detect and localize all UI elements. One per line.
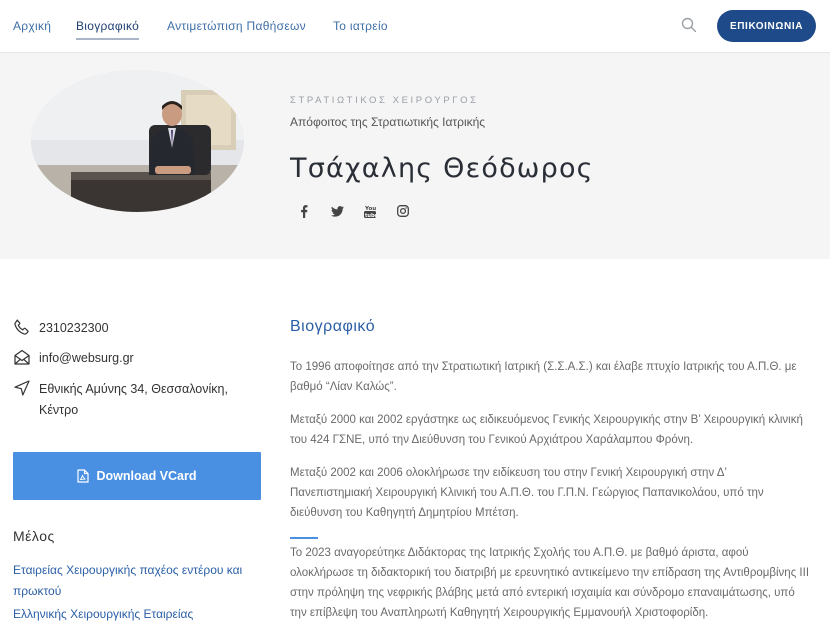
twitter-icon[interactable] [329,203,345,219]
contact-phone[interactable]: 2310232300 [13,318,109,339]
profile-hero: ΣΤΡΑΤΙΩΤΙΚΟΣ ΧΕΙΡΟΥΡΓΟΣ Απόφοιτος της Στ… [0,53,830,259]
contact-address: Εθνικής Αμύνης 34, Θεσσαλονίκη, Κέντρο [13,379,228,421]
doctor-name: Τσάχαλης Θεόδωρος [290,153,594,184]
contact-email[interactable]: info@websurg.gr [13,348,134,369]
nav-item-clinic[interactable]: Το ιατρείο [333,19,388,33]
bio-paragraph: Μεταξύ 2002 και 2006 ολοκλήρωσε την ειδί… [290,467,764,519]
address-text: Εθνικής Αμύνης 34, Θεσσαλονίκη, Κέντρο [39,379,228,421]
phone-text: 2310232300 [39,321,109,335]
membership-title: Μέλος [13,528,55,544]
youtube-icon[interactable]: Youtube [362,203,378,219]
bio-title: Βιογραφικό [290,318,376,335]
search-icon[interactable] [681,17,697,33]
bio-paragraph: Το 2023 αναγορεύτηκε Διδάκτορας της Ιατρ… [290,547,810,619]
phone-icon [14,319,29,335]
address-line-2: Κέντρο [39,403,79,417]
bio-paragraph: Μεταξύ 2000 και 2002 εργάστηκε ως ειδικε… [290,414,803,446]
membership-item[interactable]: Ελληνικής Χειρουργικής Εταιρείας [13,604,263,625]
bio-paragraph: Το 1996 αποφοίτησε από την Στρατιωτική Ι… [290,361,797,393]
hero-subtitle: Απόφοιτος της Στρατιωτικής Ιατρικής [290,115,486,129]
facebook-icon[interactable] [296,203,312,219]
hero-kicker: ΣΤΡΑΤΙΩΤΙΚΟΣ ΧΕΙΡΟΥΡΓΟΣ [290,95,479,106]
email-icon [14,349,30,365]
nav-item-cv[interactable]: Βιογραφικό [76,19,140,40]
download-vcard-button[interactable]: Download VCard [13,452,261,500]
nav-item-home[interactable]: Αρχική [13,19,51,33]
address-line-1: Εθνικής Αμύνης 34, Θεσσαλονίκη, [39,382,228,396]
instagram-icon[interactable] [395,203,411,219]
contact-button[interactable]: ΕΠΙΚΟΙΝΩΝΙΑ [717,10,816,42]
nav-item-treatments[interactable]: Αντιμετώπιση Παθήσεων [167,19,306,33]
membership-item[interactable]: Εταιρείας Χειρουργικής παχέος εντέρου κα… [13,560,263,602]
location-arrow-icon [14,380,30,396]
document-icon [77,469,90,483]
svg-text:tube: tube [365,213,376,218]
email-text: info@websurg.gr [39,351,134,365]
doctor-portrait [31,70,244,212]
social-links: Youtube [296,203,411,219]
top-navigation: Αρχική Βιογραφικό Αντιμετώπιση Παθήσεων … [0,0,830,53]
bio-divider [290,537,318,539]
download-vcard-label: Download VCard [96,469,197,483]
